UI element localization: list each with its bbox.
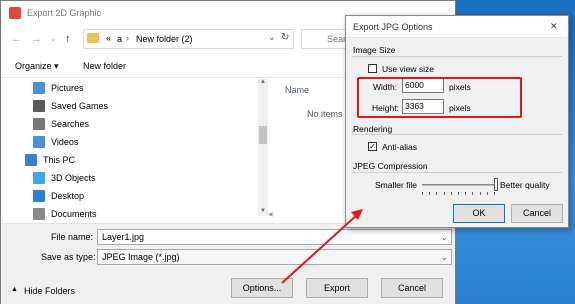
annotation-arrow-line bbox=[281, 213, 359, 284]
annotation-arrow bbox=[281, 209, 363, 284]
